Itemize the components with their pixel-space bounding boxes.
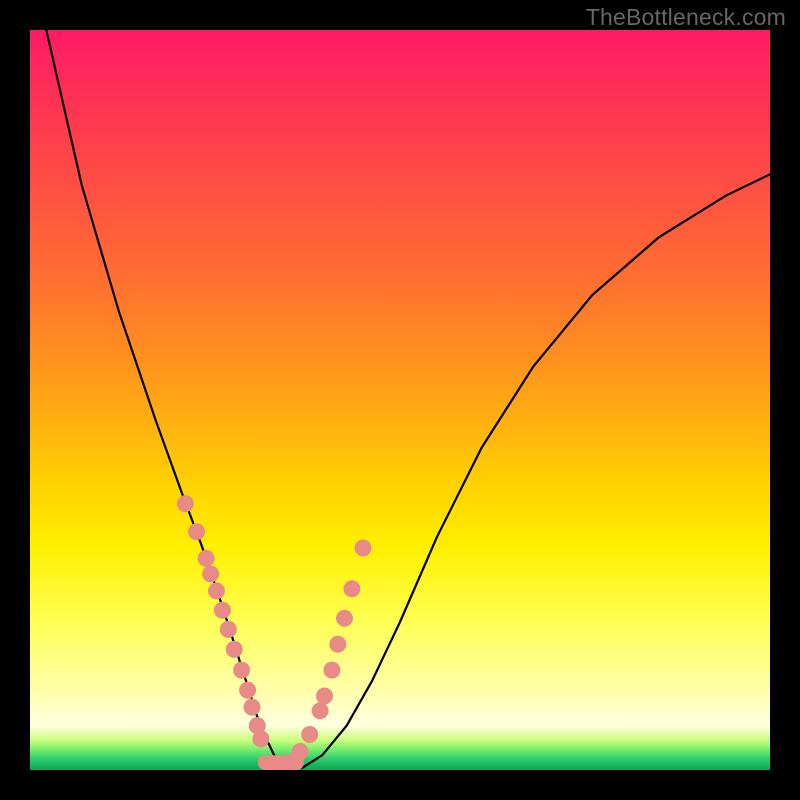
highlight-dot bbox=[312, 702, 329, 719]
highlight-dot bbox=[202, 565, 219, 582]
highlight-dot bbox=[301, 726, 318, 743]
highlight-dot bbox=[188, 523, 205, 540]
plot-area bbox=[30, 30, 770, 770]
highlight-dot bbox=[316, 688, 333, 705]
highlight-dot bbox=[336, 610, 353, 627]
highlight-dot bbox=[323, 662, 340, 679]
highlight-dot bbox=[220, 621, 237, 638]
highlight-dot bbox=[239, 682, 256, 699]
highlight-dots bbox=[177, 495, 372, 770]
highlight-dot bbox=[233, 662, 250, 679]
highlight-dot bbox=[252, 730, 269, 747]
highlight-dot bbox=[177, 495, 194, 512]
highlight-dot bbox=[343, 580, 360, 597]
highlight-dot bbox=[329, 636, 346, 653]
highlight-dot bbox=[208, 582, 225, 599]
highlight-dot bbox=[226, 641, 243, 658]
highlight-dot bbox=[198, 550, 215, 567]
watermark-text: TheBottleneck.com bbox=[586, 4, 786, 31]
highlight-dot bbox=[244, 699, 261, 716]
curve-svg bbox=[30, 30, 770, 770]
highlight-dot bbox=[214, 602, 231, 619]
highlight-dot bbox=[355, 540, 372, 557]
outer-frame: TheBottleneck.com bbox=[0, 0, 800, 800]
bottleneck-curve bbox=[46, 30, 770, 768]
valley-blob bbox=[258, 755, 304, 770]
